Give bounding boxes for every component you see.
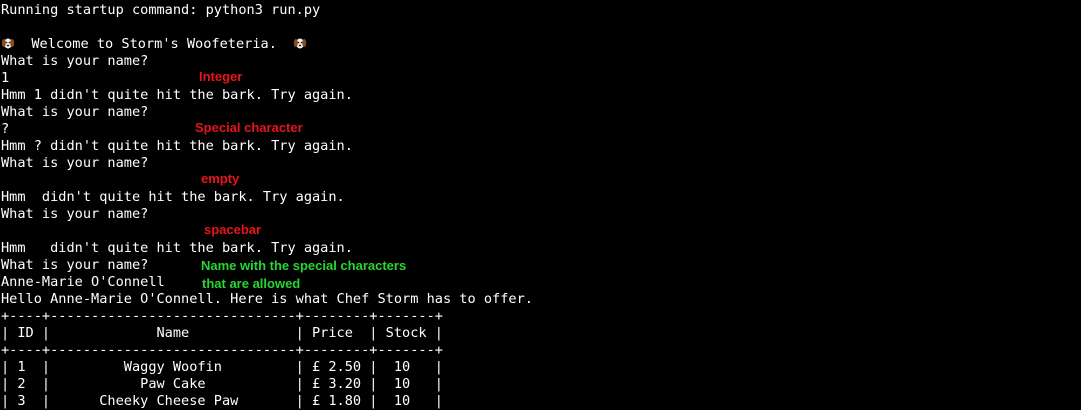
error-message: Hmm didn't quite hit the bark. Try again… <box>1 240 353 256</box>
dog-face-icon <box>293 36 307 55</box>
user-input-line: 1 <box>1 70 10 86</box>
annotation-special-character: Special character <box>195 120 303 135</box>
greeting-line: Hello Anne-Marie O'Connell. Here is what… <box>1 291 533 307</box>
name-prompt: What is your name? <box>1 206 149 222</box>
table-row: | 3 | Cheeky Cheese Paw | £ 1.80 | 10 | <box>1 393 443 409</box>
name-prompt: What is your name? <box>1 53 149 69</box>
name-prompt: What is your name? <box>1 155 149 171</box>
annotation-allowed-characters-2: that are allowed <box>202 276 301 291</box>
user-input-line: ? <box>1 121 10 137</box>
error-message: Hmm 1 didn't quite hit the bark. Try aga… <box>1 87 353 103</box>
table-row: | 2 | Paw Cake | £ 3.20 | 10 | <box>1 376 443 392</box>
table-border: +----+------------------------------+---… <box>1 342 443 358</box>
user-input-line: Anne-Marie O'Connell <box>1 274 165 290</box>
table-border: +----+------------------------------+---… <box>1 308 443 324</box>
name-prompt: What is your name? <box>1 257 149 273</box>
annotation-spacebar: spacebar <box>204 222 262 237</box>
error-message: Hmm didn't quite hit the bark. Try again… <box>1 189 345 205</box>
startup-command-line: Running startup command: python3 run.py <box>1 2 321 18</box>
table-row: | 1 | Waggy Woofin | £ 2.50 | 10 | <box>1 359 443 375</box>
annotation-empty: empty <box>201 171 240 186</box>
name-prompt: What is your name? <box>1 104 149 120</box>
welcome-text: Welcome to Storm's Woofeteria. <box>31 36 277 52</box>
table-header-row: | ID | Name | Price | Stock | <box>1 325 443 341</box>
annotation-allowed-characters: Name with the special characters <box>201 258 407 273</box>
error-message: Hmm ? didn't quite hit the bark. Try aga… <box>1 138 353 154</box>
terminal-window[interactable]: Running startup command: python3 run.py … <box>0 0 1081 409</box>
welcome-line: Welcome to Storm's Woofeteria. <box>1 36 307 53</box>
annotation-integer: Integer <box>199 69 243 84</box>
